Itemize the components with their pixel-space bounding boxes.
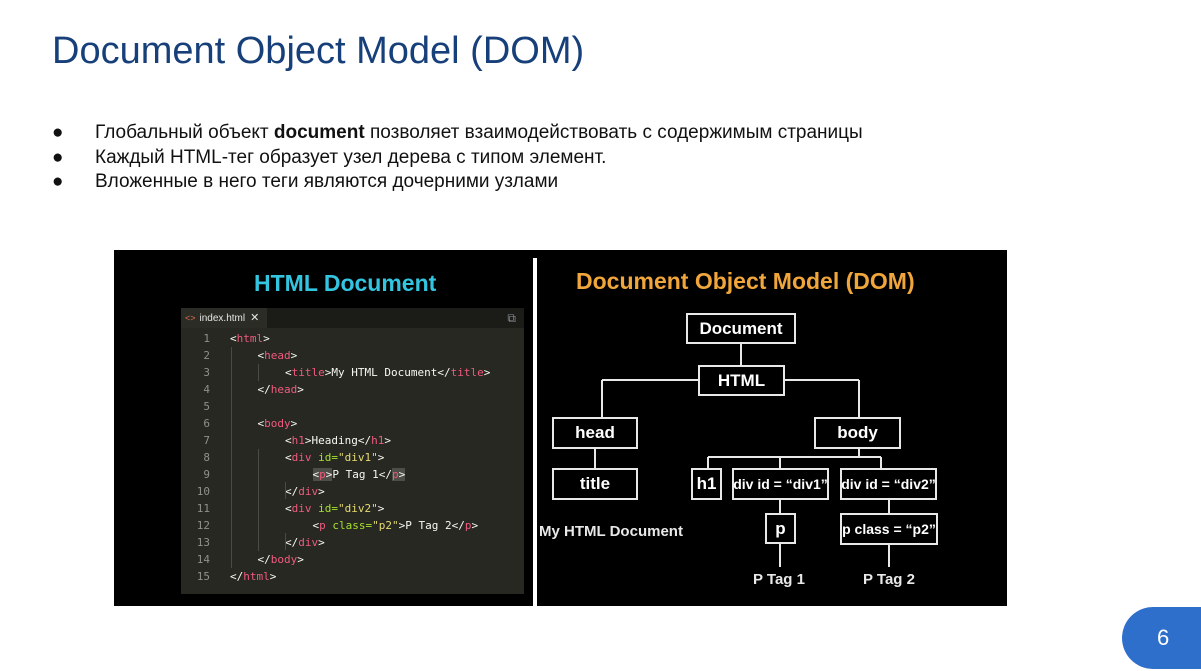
bullet-item: ● Глобальный объект document позволяет в… xyxy=(52,121,863,146)
page-number-badge: 6 xyxy=(1122,607,1201,669)
bullet-marker: ● xyxy=(52,122,64,143)
node-html: HTML xyxy=(698,365,785,396)
node-body: body xyxy=(814,417,901,449)
bullet-text: позволяет взаимодействовать с содержимым… xyxy=(364,122,863,143)
bullet-bold-text: document xyxy=(273,122,365,143)
node-div2: div id = “div2” xyxy=(840,468,937,500)
bullet-text: Глобальный объект xyxy=(95,122,274,143)
text-node-p2: P Tag 2 xyxy=(863,571,915,588)
bullet-item: ● Каждый HTML-тег образует узел дерева с… xyxy=(52,146,863,171)
bullet-marker: ● xyxy=(52,171,64,193)
html-vs-dom-figure: HTML Document <> index.html ✕ ⧉ 1 <html> 2 <h… xyxy=(114,250,1007,606)
page-number: 6 xyxy=(1157,625,1170,650)
bullet-marker: ● xyxy=(52,146,64,168)
node-head: head xyxy=(552,417,638,449)
text-node-p1: P Tag 1 xyxy=(753,571,805,588)
node-document: Document xyxy=(686,313,796,344)
text-node-title: My HTML Document xyxy=(539,523,683,540)
node-div1: div id = “div1” xyxy=(732,468,829,500)
bullet-text: Вложенные в него теги являются дочерними… xyxy=(95,171,559,193)
node-title: title xyxy=(552,468,638,500)
bullet-text: Каждый HTML-тег образует узел дерева с т… xyxy=(95,146,607,168)
bullet-item: ● Вложенные в него теги являются дочерни… xyxy=(52,170,863,195)
node-h1: h1 xyxy=(691,468,722,500)
slide-title: Document Object Model (DOM) xyxy=(52,30,585,72)
node-p2: p class = “p2” xyxy=(840,513,938,545)
bullet-list: ● Глобальный объект document позволяет в… xyxy=(52,121,863,195)
node-p: p xyxy=(765,513,796,544)
